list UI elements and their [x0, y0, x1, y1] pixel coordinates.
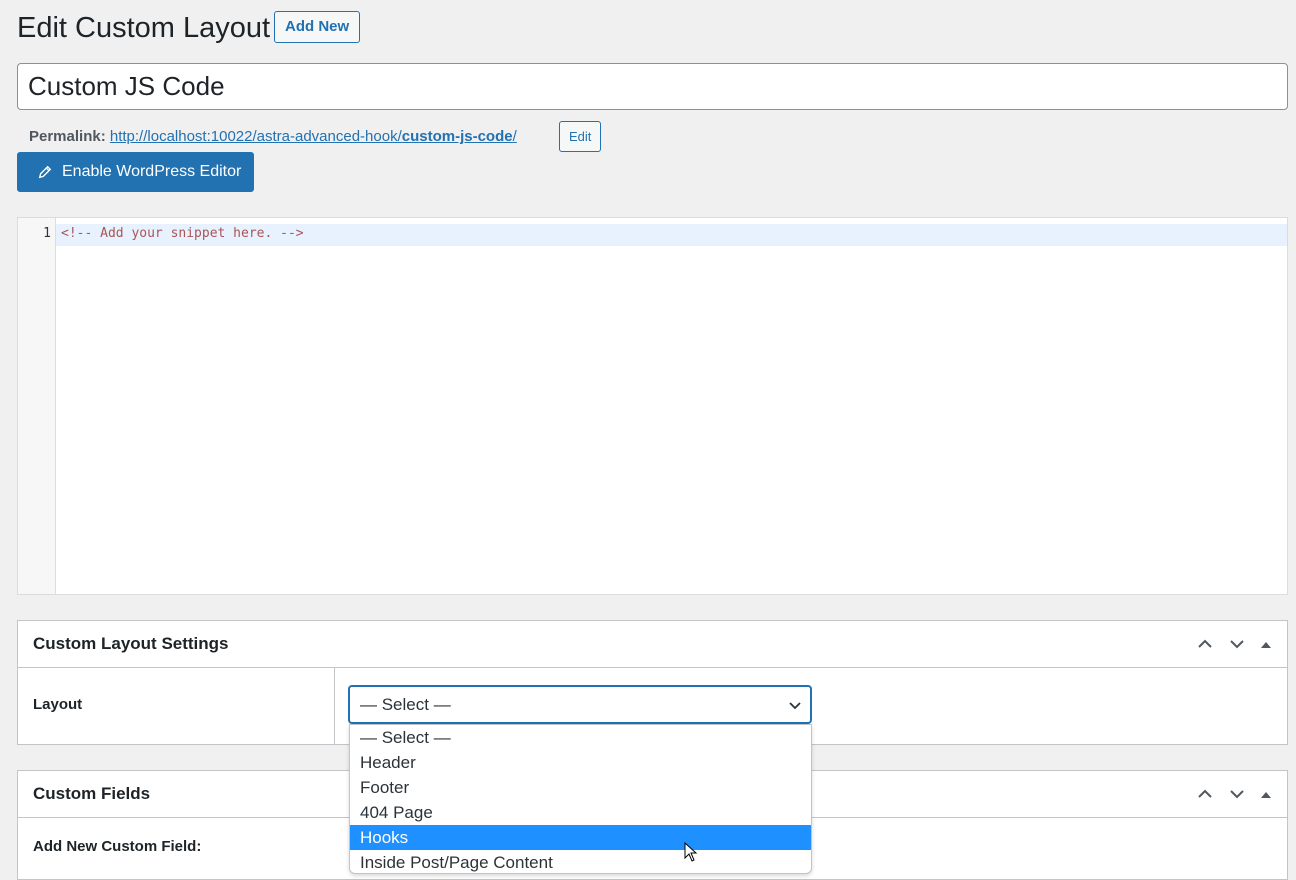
- layout-label-cell: Layout: [18, 668, 335, 744]
- permalink-url-slug: custom-js-code: [401, 128, 513, 145]
- layout-label: Layout: [33, 696, 83, 713]
- dropdown-option-highlighted[interactable]: Hooks: [350, 825, 811, 850]
- chevron-up-icon[interactable]: [1195, 634, 1215, 654]
- code-line[interactable]: <!-- Add your snippet here. -->: [61, 226, 304, 241]
- handle-actions: [1195, 621, 1273, 667]
- add-new-button[interactable]: Add New: [274, 11, 361, 43]
- layout-dropdown-list[interactable]: — Select — Header Footer 404 Page Hooks …: [349, 724, 812, 874]
- permalink-label: Permalink:: [29, 128, 106, 145]
- permalink-url-trailing: /: [512, 128, 517, 145]
- mouse-cursor-icon: [684, 842, 698, 862]
- dropdown-option[interactable]: Footer: [350, 775, 811, 800]
- permalink: Permalink: http://localhost:10022/astra-…: [29, 127, 517, 147]
- collapse-toggle-icon[interactable]: [1259, 634, 1273, 654]
- permalink-edit-button[interactable]: Edit: [559, 121, 602, 152]
- add-new-custom-field-label: Add New Custom Field:: [33, 838, 202, 855]
- line-number: 1: [43, 226, 51, 241]
- dropdown-option[interactable]: Header: [350, 750, 811, 775]
- permalink-url-base: http://localhost:10022/astra-advanced-ho…: [109, 128, 402, 145]
- enable-wordpress-editor-button[interactable]: Enable WordPress Editor: [17, 152, 254, 192]
- page-title: Edit Custom Layout: [17, 12, 271, 44]
- code-editor[interactable]: 1 <!-- Add your snippet here. -->: [17, 217, 1288, 595]
- code-editor-gutter: 1: [18, 218, 56, 594]
- postbox-title: Custom Fields: [33, 784, 151, 803]
- chevron-down-icon[interactable]: [1227, 784, 1247, 804]
- dropdown-option[interactable]: 404 Page: [350, 800, 811, 825]
- layout-select-value: — Select —: [360, 695, 451, 714]
- postbox-title: Custom Layout Settings: [33, 634, 229, 653]
- dropdown-option[interactable]: Inside Post/Page Content: [350, 850, 811, 873]
- chevron-down-icon: [789, 702, 801, 710]
- permalink-link[interactable]: http://localhost:10022/astra-advanced-ho…: [110, 128, 517, 145]
- chevron-up-icon[interactable]: [1195, 784, 1215, 804]
- collapse-toggle-icon[interactable]: [1259, 784, 1273, 804]
- postbox-header: Custom Layout Settings: [18, 621, 1287, 668]
- layout-select[interactable]: — Select —: [348, 685, 812, 724]
- dropdown-option[interactable]: — Select —: [350, 725, 811, 750]
- post-title-input[interactable]: [17, 63, 1288, 110]
- handle-actions: [1195, 771, 1273, 817]
- chevron-down-icon[interactable]: [1227, 634, 1247, 654]
- pencil-icon: [38, 165, 52, 179]
- enable-wordpress-editor-label: Enable WordPress Editor: [62, 163, 242, 180]
